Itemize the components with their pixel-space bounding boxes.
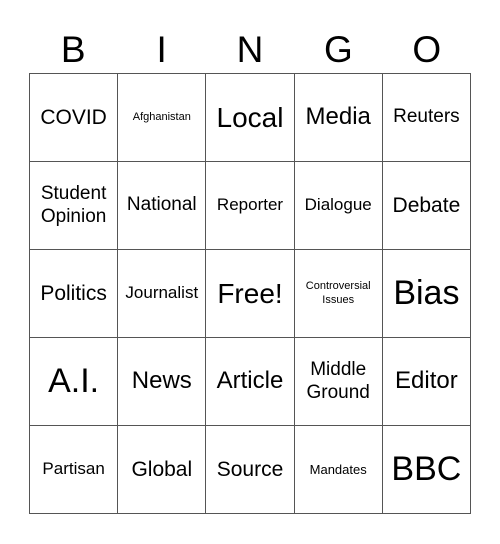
bingo-cell[interactable]: Dialogue bbox=[294, 162, 383, 250]
header-letter-i: I bbox=[156, 28, 167, 70]
bingo-cell[interactable]: Debate bbox=[382, 162, 471, 250]
bingo-header: B I N G O bbox=[29, 26, 471, 72]
bingo-cell[interactable]: Article bbox=[206, 338, 295, 426]
bingo-cell[interactable]: Journalist bbox=[118, 250, 207, 338]
bingo-cell[interactable]: Global bbox=[118, 426, 207, 514]
bingo-cell[interactable]: Local bbox=[206, 74, 295, 162]
bingo-cell[interactable]: Media bbox=[294, 74, 383, 162]
bingo-cell[interactable]: Mandates bbox=[294, 426, 383, 514]
bingo-cell[interactable]: A.I. bbox=[30, 338, 119, 426]
bingo-cell[interactable]: National bbox=[118, 162, 207, 250]
bingo-cell[interactable]: Bias bbox=[382, 250, 471, 338]
bingo-cell[interactable]: Source bbox=[206, 426, 295, 514]
bingo-cell[interactable]: BBC bbox=[382, 426, 471, 514]
bingo-cell[interactable]: Politics bbox=[30, 250, 119, 338]
bingo-cell[interactable]: News bbox=[118, 338, 207, 426]
header-letter-g: G bbox=[324, 28, 353, 70]
bingo-cell[interactable]: COVID bbox=[30, 74, 119, 162]
header-letter-n: N bbox=[236, 28, 264, 70]
bingo-card-grid: COVID Afghanistan Local Media Reuters St… bbox=[29, 73, 471, 514]
bingo-cell[interactable]: Student Opinion bbox=[30, 162, 119, 250]
bingo-cell[interactable]: Partisan bbox=[30, 426, 119, 514]
bingo-cell[interactable]: Editor bbox=[382, 338, 471, 426]
bingo-cell[interactable]: Middle Ground bbox=[294, 338, 383, 426]
bingo-cell[interactable]: Controversial Issues bbox=[294, 250, 383, 338]
header-letter-b: B bbox=[60, 28, 86, 70]
bingo-cell[interactable]: Reuters bbox=[382, 74, 471, 162]
header-letter-o: O bbox=[412, 28, 442, 70]
bingo-cell[interactable]: Afghanistan bbox=[118, 74, 207, 162]
free-space-cell[interactable]: Free! bbox=[206, 250, 295, 338]
bingo-cell[interactable]: Reporter bbox=[206, 162, 295, 250]
